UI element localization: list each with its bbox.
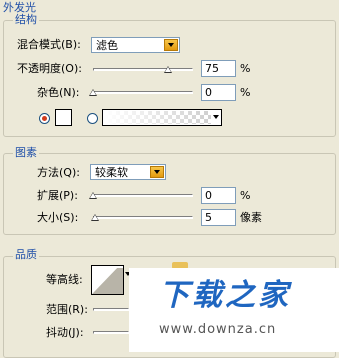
noise-slider-thumb[interactable]: [89, 89, 97, 96]
noise-input[interactable]: 0: [201, 84, 236, 101]
structure-title: 结构: [13, 13, 39, 26]
contour-picker[interactable]: [91, 265, 124, 295]
noise-unit: %: [240, 86, 251, 99]
spread-slider-thumb[interactable]: [89, 192, 97, 199]
opacity-label: 不透明度(O):: [17, 62, 82, 75]
contour-label: 等高线:: [46, 273, 83, 286]
opacity-input[interactable]: 75: [201, 60, 236, 77]
opacity-unit: %: [240, 62, 251, 75]
size-input[interactable]: 5: [201, 209, 236, 226]
dropdown-arrow-icon: [150, 166, 164, 178]
gradient-radio[interactable]: [87, 113, 98, 124]
spread-input[interactable]: 0: [201, 187, 236, 204]
dropdown-arrow-icon: [164, 39, 178, 51]
gradient-preview: [104, 111, 211, 124]
contour-curve-icon: [92, 266, 123, 294]
opacity-value: 75: [205, 62, 219, 75]
technique-label: 方法(Q):: [37, 166, 80, 179]
noise-label: 杂色(N):: [37, 86, 80, 99]
elements-title: 图素: [13, 146, 39, 159]
size-slider[interactable]: [93, 216, 193, 219]
color-swatch[interactable]: [55, 109, 72, 126]
range-label: 范围(R):: [46, 303, 88, 316]
opacity-slider[interactable]: [93, 68, 193, 71]
color-radio[interactable]: [39, 113, 50, 124]
blend-mode-label: 混合模式(B):: [17, 38, 81, 51]
jitter-label: 抖动(J):: [46, 326, 84, 339]
quality-title: 品质: [13, 248, 39, 261]
spread-unit: %: [240, 189, 251, 202]
spread-label: 扩展(P):: [37, 189, 78, 202]
watermark-url: www.downza.cn: [159, 322, 277, 337]
range-slider[interactable]: [93, 308, 129, 311]
size-label: 大小(S):: [37, 211, 79, 224]
noise-value: 0: [205, 86, 212, 99]
gradient-picker[interactable]: [102, 109, 222, 126]
spread-value: 0: [205, 189, 212, 202]
jitter-slider[interactable]: [93, 331, 129, 334]
size-value: 5: [205, 211, 212, 224]
watermark-brand: 下载之家: [159, 278, 291, 313]
blend-mode-value: 滤色: [96, 39, 118, 52]
size-unit: 像素: [240, 211, 262, 224]
spread-slider[interactable]: [93, 194, 193, 197]
noise-slider[interactable]: [93, 91, 193, 94]
opacity-slider-thumb[interactable]: [164, 66, 172, 73]
technique-value: 较柔软: [95, 166, 128, 179]
size-slider-thumb[interactable]: [91, 214, 99, 221]
gradient-dropdown-arrow-icon: [213, 115, 219, 119]
technique-select[interactable]: 较柔软: [90, 164, 166, 180]
watermark: 下载之家 www.downza.cn: [129, 268, 339, 352]
blend-mode-select[interactable]: 滤色: [91, 37, 180, 53]
